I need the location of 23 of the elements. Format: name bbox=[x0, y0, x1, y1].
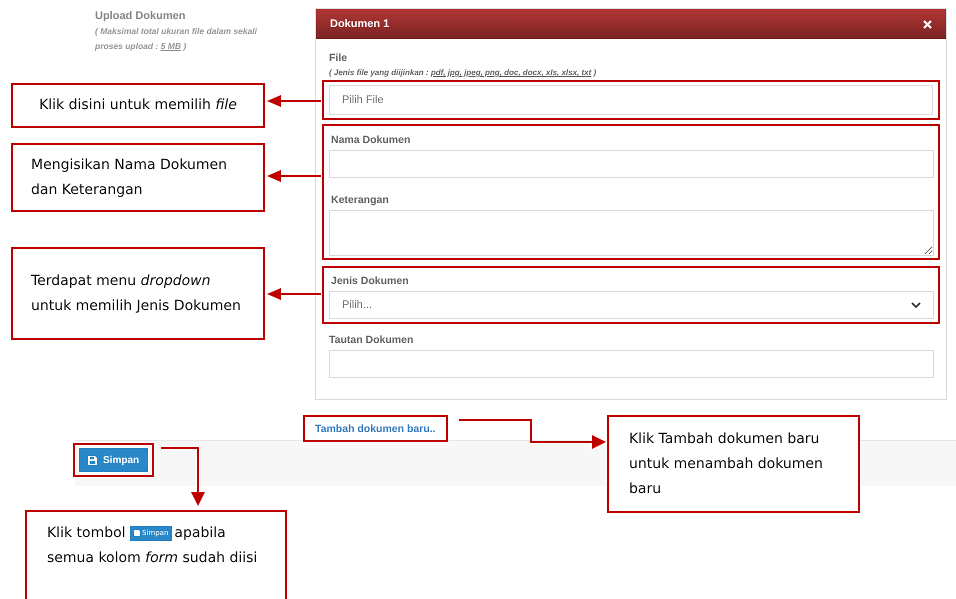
file-input[interactable]: Pilih File bbox=[329, 85, 933, 115]
add-document-link[interactable]: Tambah dokumen baru.. bbox=[303, 414, 448, 442]
field-label: Tautan Dokumen bbox=[329, 334, 414, 346]
field-label: File bbox=[329, 52, 348, 64]
input-field[interactable] bbox=[329, 350, 934, 378]
field-label: Jenis Dokumen bbox=[331, 275, 410, 287]
chevron-down-icon bbox=[911, 302, 921, 308]
upload-label: Upload Dokumen bbox=[95, 10, 186, 22]
close-icon[interactable] bbox=[923, 20, 932, 28]
save-button[interactable]: Simpan bbox=[79, 448, 148, 472]
dropdown-field[interactable]: Pilih... bbox=[329, 291, 934, 319]
callout-text: Klik Tambah dokumen baru untuk menambah dokumen baru bbox=[629, 430, 824, 498]
input-field[interactable] bbox=[329, 150, 934, 178]
textarea-field[interactable] bbox=[329, 210, 934, 256]
field-label: Nama Dokumen bbox=[331, 134, 412, 146]
field-label: Keterangan bbox=[331, 194, 390, 206]
callout-text: Terdapat menu dropdown untuk memilih Jenis Dokumen bbox=[31, 272, 242, 316]
panel-title: Dokumen 1 bbox=[330, 18, 390, 30]
file-type-hint: ( Jenis file yang diijinkan : pdf, jpg, jpeg, png, doc, docx, xls, xlsx, txt ) bbox=[329, 68, 598, 77]
callout-text: Mengisikan Nama Dokumen dan Keterangan bbox=[31, 156, 228, 200]
upload-size-note: ( Maksimal total ukuran file dalam sekali proses upload : 5 MB ) bbox=[95, 25, 258, 53]
callout-text: Klik disini untuk memilih file bbox=[39, 96, 237, 115]
arrow-connector bbox=[161, 447, 205, 506]
